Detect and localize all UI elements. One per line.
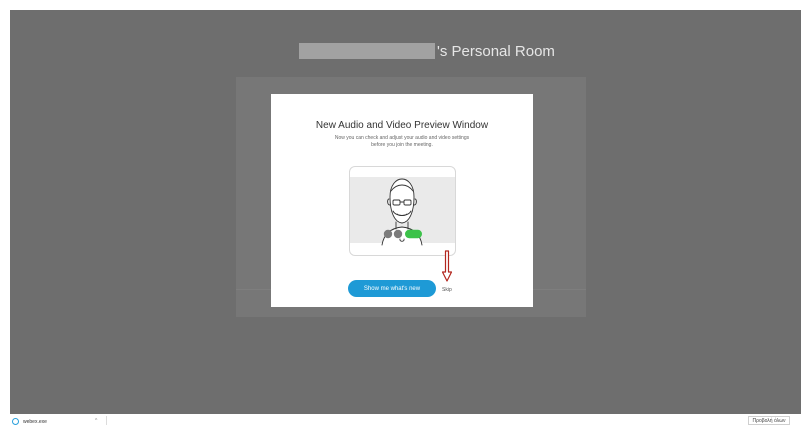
download-item[interactable]: webex.exe [12, 417, 47, 426]
preview-illustration-svg [381, 178, 423, 246]
join-button-icon [405, 229, 422, 239]
video-button-icon [393, 229, 403, 239]
webex-icon [12, 418, 19, 425]
mute-button-icon [383, 229, 393, 239]
room-title-suffix: 's Personal Room [437, 42, 555, 60]
room-title: 's Personal Room [299, 40, 555, 62]
owner-name-redacted [299, 43, 435, 59]
dialog-description-line-2: before you join the meeting. [371, 142, 433, 148]
chevron-up-icon[interactable]: ^ [95, 418, 97, 424]
download-file-name: webex.exe [23, 418, 47, 425]
skip-link[interactable]: Skip [442, 287, 452, 293]
preview-window-illustration [349, 166, 456, 256]
show-me-whats-new-button[interactable]: Show me what's new [348, 280, 436, 297]
show-all-downloads-button[interactable]: Προβολή όλων [748, 416, 790, 425]
red-arrow-icon [442, 250, 452, 282]
divider [106, 416, 107, 425]
dialog-description: Now you can check and adjust your audio … [311, 135, 493, 149]
dialog-title: New Audio and Video Preview Window [315, 120, 489, 131]
dialog-description-line-1: Now you can check and adjust your audio … [334, 135, 470, 141]
preview-intro-dialog: New Audio and Video Preview Window Now y… [271, 94, 533, 307]
downloads-bar: webex.exe ^ Προβολή όλων [0, 414, 802, 427]
